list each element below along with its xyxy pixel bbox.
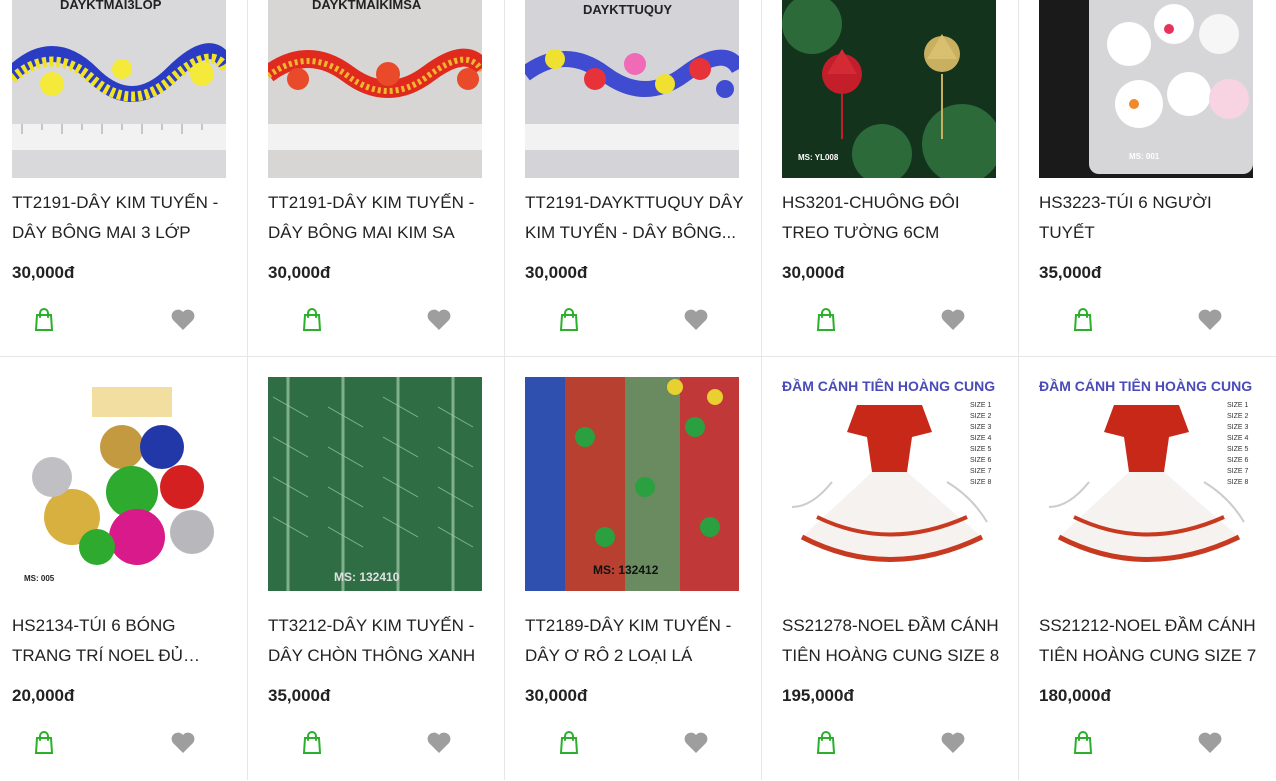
svg-text:SIZE 6: SIZE 6 (970, 457, 992, 464)
wishlist-heart-icon[interactable] (170, 308, 196, 332)
product-price: 30,000đ (525, 263, 588, 282)
wishlist-heart-icon[interactable] (426, 731, 452, 755)
svg-text:SIZE 1: SIZE 1 (970, 402, 992, 409)
wishlist-heart-icon[interactable] (426, 308, 452, 332)
product-title[interactable]: TT2191-DÂY KIM TUYẾN - DÂY BÔNG MAI 3 LỚ… (12, 188, 226, 248)
image-label: DAYKTTUQUY (583, 2, 672, 17)
product-price: 35,000đ (268, 686, 331, 705)
svg-text:SIZE 5: SIZE 5 (970, 446, 992, 453)
svg-text:SIZE 4: SIZE 4 (970, 435, 992, 442)
image-label: MS: 132410 (334, 570, 400, 584)
add-to-cart-icon[interactable] (558, 731, 580, 755)
image-label: ĐẦM CÁNH TIÊN HOÀNG CUNG (782, 377, 995, 394)
svg-text:SIZE 3: SIZE 3 (1227, 424, 1249, 431)
add-to-cart-icon[interactable] (33, 731, 55, 755)
product-title[interactable]: TT2189-DÂY KIM TUYẾN - DÂY Ơ RÔ 2 LOẠI L… (525, 611, 745, 671)
add-to-cart-icon[interactable] (1072, 308, 1094, 332)
wishlist-heart-icon[interactable] (940, 308, 966, 332)
wishlist-heart-icon[interactable] (683, 308, 709, 332)
svg-text:SIZE 3: SIZE 3 (970, 424, 992, 431)
svg-text:SIZE 6: SIZE 6 (1227, 457, 1249, 464)
product-card[interactable]: MS: 005 HS2134-TÚI 6 BÓNG TRANG TRÍ NOEL… (0, 357, 247, 781)
product-card[interactable]: MS: 001 HS3223-TÚI 6 NGƯỜI TUYẾT 35,000đ (1019, 0, 1276, 356)
product-price: 20,000đ (12, 686, 75, 705)
wishlist-heart-icon[interactable] (170, 731, 196, 755)
product-title[interactable]: SS21212-NOEL ĐẦM CÁNH TIÊN HOÀNG CUNG SI… (1039, 611, 1259, 671)
product-title[interactable]: HS3201-CHUÔNG ĐÔI TREO TƯỜNG 6CM (782, 188, 1002, 248)
add-to-cart-icon[interactable] (815, 308, 837, 332)
svg-text:SIZE 2: SIZE 2 (1227, 413, 1249, 420)
product-title[interactable]: TT3212-DÂY KIM TUYẾN - DÂY CHÒN THÔNG XA… (268, 611, 488, 671)
product-image[interactable]: ĐẦM CÁNH TIÊN HOÀNG CUNG SIZE 1 SIZE 2 SIZ… (782, 377, 996, 591)
product-title[interactable]: SS21278-NOEL ĐẦM CÁNH TIÊN HOÀNG CUNG SI… (782, 611, 1002, 671)
product-price: 30,000đ (525, 686, 588, 705)
product-card[interactable]: DAYKTTUQUY TT2191-DAYKTTUQUY DÂY KIM TUY… (505, 0, 761, 356)
product-card[interactable]: MS: 132410 TT3212-DÂY KIM TUYẾN - DÂY CH… (248, 357, 504, 781)
image-label: MS: 132412 (593, 563, 659, 577)
product-title[interactable]: HS3223-TÚI 6 NGƯỜI TUYẾT (1039, 188, 1259, 248)
product-image[interactable]: DAYKTMAI3LOP (12, 0, 226, 178)
product-image[interactable]: MS: 001 (1039, 0, 1253, 178)
wishlist-heart-icon[interactable] (1197, 731, 1223, 755)
product-image[interactable]: MS: YL008 (782, 0, 996, 178)
product-title[interactable]: TT2191-DÂY KIM TUYẾN - DÂY BÔNG MAI KIM … (268, 188, 488, 248)
product-card[interactable]: ĐẦM CÁNH TIÊN HOÀNG CUNG SIZE 1 SIZE 2 SIZ… (1019, 357, 1276, 781)
product-card[interactable]: ĐẦM CÁNH TIÊN HOÀNG CUNG SIZE 1 SIZE 2 SIZ… (762, 357, 1018, 781)
product-card[interactable]: DAYKTMAI3LOP TT2191-DÂY KIM TUYẾN - DÂY … (0, 0, 247, 356)
image-label: DAYKTMAIKIMSA (312, 0, 422, 12)
product-price: 30,000đ (782, 263, 845, 282)
product-image[interactable]: DAYKTTUQUY (525, 0, 739, 178)
product-card[interactable]: MS: YL008 HS3201-CHUÔNG ĐÔI TREO TƯỜNG 6… (762, 0, 1018, 356)
svg-text:SIZE 1: SIZE 1 (1227, 402, 1249, 409)
svg-text:SIZE 2: SIZE 2 (970, 413, 992, 420)
product-price: 35,000đ (1039, 263, 1102, 282)
image-label: MS: 001 (1129, 152, 1160, 161)
image-label: DAYKTMAI3LOP (60, 0, 162, 12)
wishlist-heart-icon[interactable] (1197, 308, 1223, 332)
add-to-cart-icon[interactable] (815, 731, 837, 755)
svg-text:SIZE 5: SIZE 5 (1227, 446, 1249, 453)
svg-text:SIZE 7: SIZE 7 (1227, 468, 1249, 475)
product-image[interactable]: ĐẦM CÁNH TIÊN HOÀNG CUNG SIZE 1 SIZE 2 SIZ… (1039, 377, 1253, 591)
svg-text:SIZE 8: SIZE 8 (1227, 479, 1249, 486)
svg-text:SIZE 4: SIZE 4 (1227, 435, 1249, 442)
image-label: MS: 005 (24, 574, 55, 583)
product-title[interactable]: TT2191-DAYKTTUQUY DÂY KIM TUYẾN - DÂY BÔ… (525, 188, 745, 248)
product-image[interactable]: MS: 132412 (525, 377, 739, 591)
product-price: 195,000đ (782, 686, 854, 705)
wishlist-heart-icon[interactable] (940, 731, 966, 755)
svg-text:SIZE 7: SIZE 7 (970, 468, 992, 475)
add-to-cart-icon[interactable] (301, 731, 323, 755)
product-image[interactable]: DAYKTMAIKIMSA (268, 0, 482, 178)
product-price: 180,000đ (1039, 686, 1111, 705)
wishlist-heart-icon[interactable] (683, 731, 709, 755)
product-price: 30,000đ (268, 263, 331, 282)
add-to-cart-icon[interactable] (558, 308, 580, 332)
image-label: ĐẦM CÁNH TIÊN HOÀNG CUNG (1039, 377, 1252, 394)
product-image[interactable]: MS: 005 (12, 377, 226, 591)
product-price: 30,000đ (12, 263, 75, 282)
product-card[interactable]: DAYKTMAIKIMSA TT2191-DÂY KIM TUYẾN - DÂY… (248, 0, 504, 356)
add-to-cart-icon[interactable] (33, 308, 55, 332)
svg-text:SIZE 8: SIZE 8 (970, 479, 992, 486)
product-title[interactable]: HS2134-TÚI 6 BÓNG TRANG TRÍ NOEL ĐỦ MÀ..… (12, 611, 226, 671)
product-grid: DAYKTMAI3LOP TT2191-DÂY KIM TUYẾN - DÂY … (0, 0, 1276, 781)
image-label: MS: YL008 (798, 153, 839, 162)
add-to-cart-icon[interactable] (1072, 731, 1094, 755)
add-to-cart-icon[interactable] (301, 308, 323, 332)
product-card[interactable]: MS: 132412 TT2189-DÂY KIM TUYẾN - DÂY Ơ … (505, 357, 761, 781)
product-image[interactable]: MS: 132410 (268, 377, 482, 591)
